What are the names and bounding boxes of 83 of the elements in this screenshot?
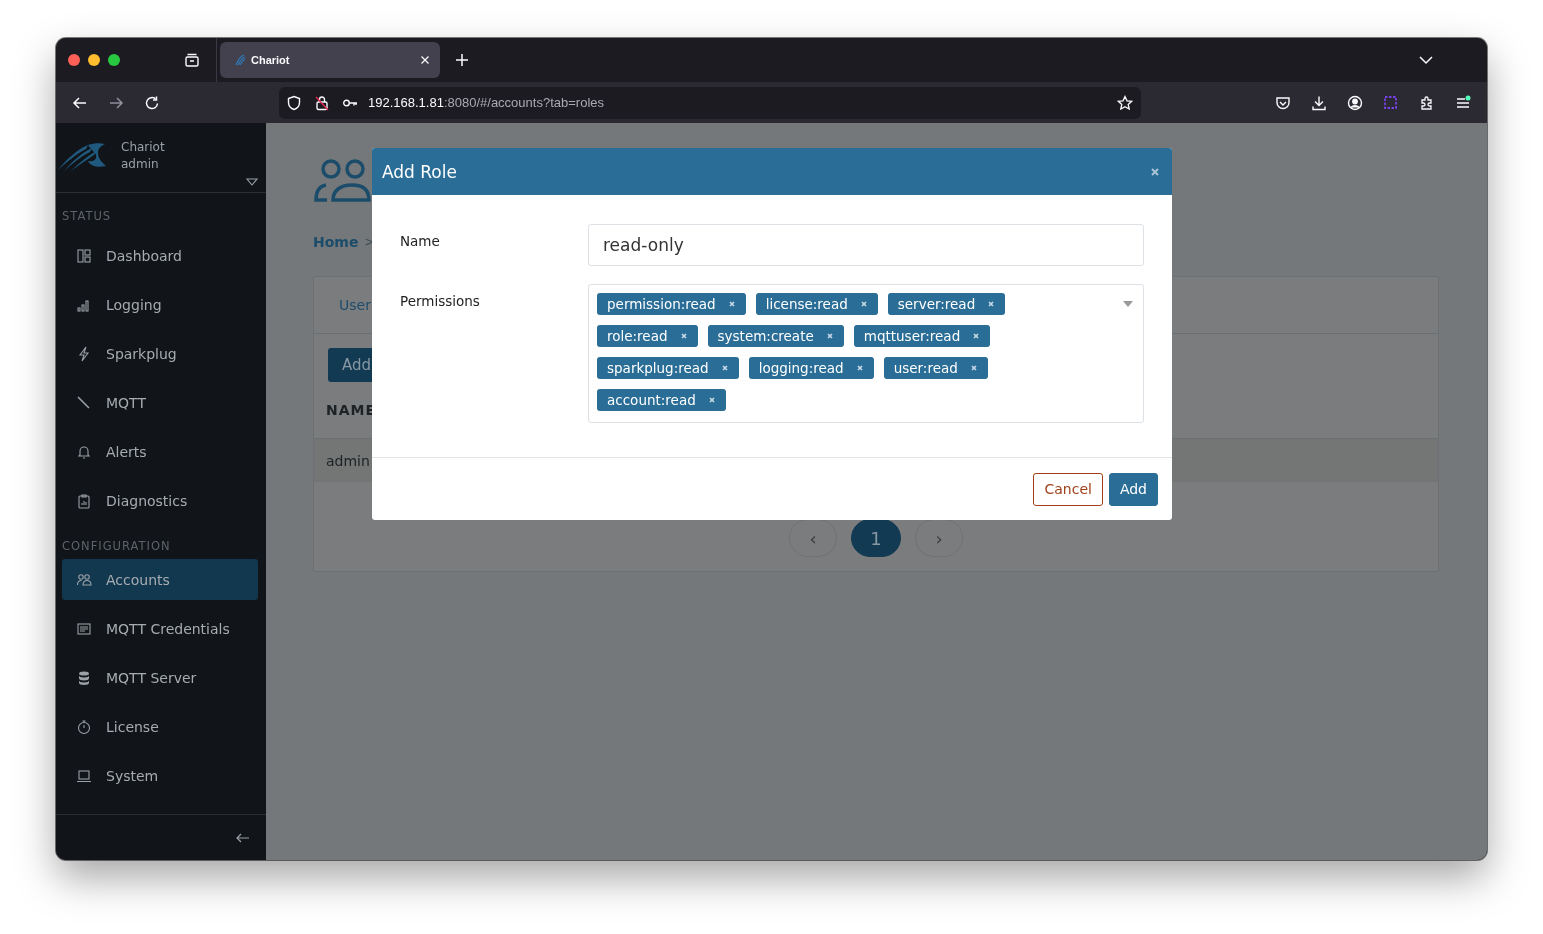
multiselect-field[interactable]: permission:read license:read server:read role:read system:create mqttuser:read sparkplug:read logging:read user:read account:read — [588, 284, 1144, 423]
menu-icon[interactable] — [1455, 94, 1471, 111]
account-icon[interactable] — [1347, 94, 1363, 111]
remove-icon[interactable] — [727, 300, 736, 308]
database-icon — [76, 669, 92, 686]
nav-item[interactable]: Alerts — [62, 431, 258, 472]
users-icon — [313, 158, 371, 202]
remove-icon[interactable] — [679, 332, 688, 340]
remove-icon[interactable] — [707, 396, 716, 404]
remove-icon[interactable] — [972, 332, 981, 340]
app-name: Chariot — [121, 139, 165, 156]
laptop-icon — [76, 767, 92, 784]
tag-label: permission:read — [607, 296, 716, 312]
bolt-icon — [76, 345, 92, 362]
forward-icon[interactable] — [108, 94, 124, 111]
pocket-icon[interactable] — [1275, 94, 1291, 111]
collapse-arrow-icon[interactable] — [236, 832, 250, 843]
remove-icon[interactable] — [825, 332, 834, 340]
address-bar[interactable]: 192.168.1.81:8080/#/accounts?tab=roles — [279, 86, 1141, 119]
tag-label: system:create — [717, 328, 814, 344]
close-tab-icon[interactable] — [420, 55, 430, 65]
user-name: admin — [121, 156, 160, 173]
wing-logo-icon — [58, 142, 106, 172]
nav-item[interactable]: Sparkplug — [62, 333, 258, 374]
logo-icon — [234, 54, 246, 66]
bell-icon — [76, 443, 92, 460]
minimize-window-icon[interactable] — [88, 54, 100, 66]
name-input[interactable]: read-only — [588, 224, 1144, 266]
section-heading: CONFIGURATION — [62, 538, 172, 555]
shield-icon[interactable] — [286, 94, 302, 111]
tag-label: server:read — [897, 296, 976, 312]
tab-title: Chariot — [251, 54, 290, 66]
new-tab-icon[interactable] — [454, 52, 470, 68]
add-button[interactable]: Add — [1108, 472, 1158, 506]
nav-item[interactable]: MQTT Server — [62, 657, 258, 698]
bookmark-star-icon[interactable] — [1117, 94, 1133, 111]
tag-label: role:read — [607, 328, 668, 344]
tag-label: mqttuser:read — [863, 328, 961, 344]
field-label: Permissions — [400, 292, 481, 309]
stopwatch-icon — [76, 718, 92, 735]
dropdown-arrow-icon[interactable] — [1123, 301, 1133, 307]
probe-icon — [76, 394, 92, 411]
tag-label: sparkplug:read — [607, 360, 709, 376]
dialog-title: Add Role — [382, 161, 457, 182]
field-label: Name — [400, 232, 441, 249]
insecure-lock-icon[interactable] — [314, 94, 330, 111]
card-icon — [76, 620, 92, 637]
reload-icon[interactable] — [144, 94, 160, 111]
nav-item[interactable]: Accounts — [62, 559, 258, 600]
column-header: NAME — [326, 402, 377, 418]
remove-icon[interactable] — [859, 300, 868, 308]
close-icon[interactable] — [1150, 166, 1160, 177]
nav-item[interactable]: MQTT — [62, 382, 258, 423]
users-icon — [76, 571, 92, 588]
tag-label: account:read — [607, 392, 696, 408]
nav-item[interactable]: Diagnostics — [62, 480, 258, 521]
close-window-icon[interactable] — [68, 54, 80, 66]
zoom-window-icon[interactable] — [108, 54, 120, 66]
browser-tab[interactable]: Chariot — [220, 42, 440, 78]
nav-item[interactable]: Dashboard — [62, 235, 258, 276]
remove-icon[interactable] — [987, 300, 996, 308]
nav-item[interactable]: License — [62, 706, 258, 747]
screenshot-icon[interactable] — [1383, 94, 1399, 111]
puzzle-icon[interactable] — [1419, 94, 1435, 111]
remove-icon[interactable] — [855, 364, 864, 372]
nav-item[interactable]: Logging — [62, 284, 258, 325]
clipboard-icon — [76, 492, 92, 509]
remove-icon[interactable] — [720, 364, 729, 372]
remove-icon[interactable] — [969, 364, 978, 372]
nav-item[interactable]: System — [62, 755, 258, 796]
tag-label: license:read — [765, 296, 848, 312]
cancel-button[interactable]: Cancel — [1033, 472, 1103, 506]
download-icon[interactable] — [1311, 94, 1327, 111]
url-text: 192.168.1.81:8080/#/accounts?tab=roles — [368, 95, 604, 110]
nav-item[interactable]: MQTT Credentials — [62, 608, 258, 649]
section-heading: STATUS — [62, 208, 113, 225]
tag-label: logging:read — [758, 360, 844, 376]
page-button[interactable]: 1 — [851, 519, 901, 557]
tag-label: user:read — [893, 360, 958, 376]
dashboard-icon — [76, 247, 92, 264]
dropdown-caret-icon[interactable] — [246, 178, 258, 186]
back-icon[interactable] — [72, 94, 88, 111]
tab-manager-icon[interactable] — [184, 52, 200, 68]
